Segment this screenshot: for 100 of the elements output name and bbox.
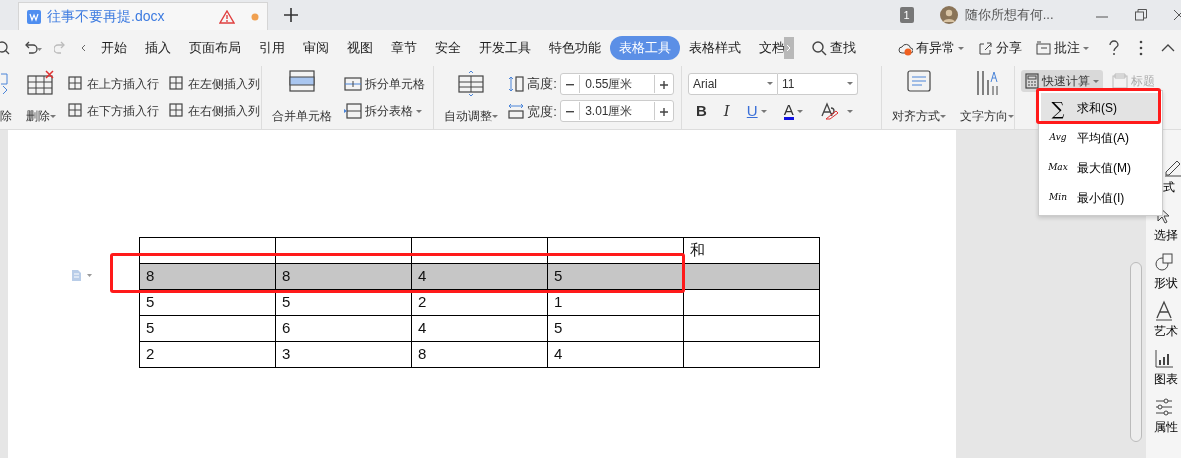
table-cell: 3 [275,341,412,368]
align-button[interactable]: 对齐方式 [888,70,950,125]
column-width-icon [508,103,524,120]
delete-button[interactable]: 删除 [22,70,60,125]
sidebar-item[interactable]: 图表 [1146,348,1181,388]
menu-tab[interactable]: 审阅 [294,36,338,60]
table-cell: 5 [547,263,684,290]
close-icon[interactable] [1173,9,1181,21]
table-cell: 5 [139,315,276,342]
menu-tab[interactable]: 页面布局 [180,36,250,60]
scrollbar-thumb[interactable] [1130,262,1142,442]
insert-column-button[interactable]: 在左侧插入列 [167,74,262,93]
help-icon[interactable] [1109,40,1119,56]
height-field[interactable]: 0.55厘米 [560,72,675,95]
new-tab-icon[interactable] [284,8,298,22]
sidebar-item[interactable]: 属性 [1146,396,1181,436]
insert-row-below-icon [68,103,84,120]
share-icon [978,40,993,56]
shapes-icon [1154,252,1174,274]
table-cell: 2 [139,341,276,368]
restore-icon[interactable] [1134,9,1147,21]
field-label: 高度: [527,75,557,93]
caret-icon [847,82,853,86]
split-table-icon [344,103,362,120]
split-table-button[interactable]: 拆分表格 [342,102,427,121]
document-icon [27,9,41,24]
minus-icon[interactable] [566,111,575,114]
insert-column-right-icon [169,103,185,120]
caret-icon [846,109,853,113]
table-cell: 4 [547,341,684,368]
delete-button[interactable]: 除 [0,70,16,125]
toolbar-button[interactable]: 批注 [1032,36,1093,60]
italic-button[interactable]: I [721,99,732,123]
insert-row-above-icon [68,75,84,92]
text-direction-button[interactable]: 文字方向 [956,70,1018,125]
comment-icon [1036,40,1051,56]
undo-icon[interactable] [24,41,42,55]
font-color-button[interactable]: A [781,102,805,121]
caret-icon [1083,46,1089,50]
table-cell: 6 [275,315,412,342]
align-icon [907,70,931,92]
menu-tab[interactable]: 视图 [338,36,382,60]
insert-row-button[interactable]: 在上方插入行 [66,74,161,93]
table-cell: 8 [275,263,412,290]
more-icon[interactable] [1139,40,1143,56]
caret-icon [796,109,803,113]
menu-item[interactable]: ∑ 求和(S) [1041,93,1160,123]
toolbar-button[interactable]: 有异常 [894,36,968,60]
minus-icon[interactable] [566,83,575,86]
bold-button[interactable]: B [694,99,709,123]
menu-tab[interactable]: 插入 [136,36,180,60]
search-icon [812,40,827,56]
print-preview-icon[interactable] [0,41,10,55]
user-name[interactable]: 随你所想有何... [964,5,1054,25]
split-cells-button[interactable]: 拆分单元格 [342,74,427,93]
scroll-left-icon[interactable] [80,44,86,52]
text-direction-icon [975,70,999,96]
merge-cells-icon [289,70,315,92]
table-cell: 8 [139,263,276,290]
caret-icon [1008,115,1014,119]
width-field[interactable]: 3.01厘米 [560,100,675,123]
caret-icon [940,115,946,119]
underline-button[interactable]: U [744,99,769,123]
sidebar-item[interactable]: 艺术 [1146,300,1181,340]
plus-icon[interactable] [660,108,669,117]
caret-icon [492,115,498,119]
table-cell: 4 [411,263,548,290]
menu-tab[interactable]: 章节 [382,36,426,60]
menu-tab[interactable]: 引用 [250,36,294,60]
menu-tab[interactable]: 文档 [750,36,784,60]
toolbar-button[interactable]: 分享 [974,36,1026,60]
table-cell: 和 [683,237,820,264]
autofit-icon [458,70,484,96]
insert-column-left-icon [169,75,185,92]
font-size-dropdown[interactable]: 11 [778,72,858,95]
title-row-icon [1111,73,1128,89]
merge-cells-button[interactable]: 合并单元格 [268,70,336,125]
insert-row-button[interactable]: 在下方插入行 [66,102,161,121]
field-label: 宽度: [527,102,557,121]
font-dropdown[interactable]: Arial [688,72,778,95]
calculator-icon [1025,73,1039,89]
collapse-icon[interactable] [1161,44,1175,52]
table-cell: 8 [411,341,548,368]
paragraph-marker-icon [71,269,93,281]
search-button[interactable]: 查找 [808,36,860,60]
sidebar-item[interactable]: 形状 [1146,252,1181,292]
caret-icon [1093,79,1099,83]
menu-tab[interactable]: 开发工具 [470,36,540,60]
caret-icon [416,109,422,113]
plus-icon[interactable] [660,80,669,89]
table-cell: 4 [411,315,548,342]
caret-icon [958,46,964,50]
menu-tab[interactable]: 特色功能 [540,36,610,60]
autofit-button[interactable]: 自动调整 [440,70,502,125]
menu-tab[interactable]: 开始 [92,36,136,60]
avatar [940,6,959,24]
menu-tab[interactable]: 安全 [426,36,470,60]
document-tab[interactable]: 往事不要再提.docx [18,2,268,30]
insert-column-button[interactable]: 在右侧插入列 [167,102,262,121]
menu-tab[interactable]: 表格样式 [680,36,750,60]
